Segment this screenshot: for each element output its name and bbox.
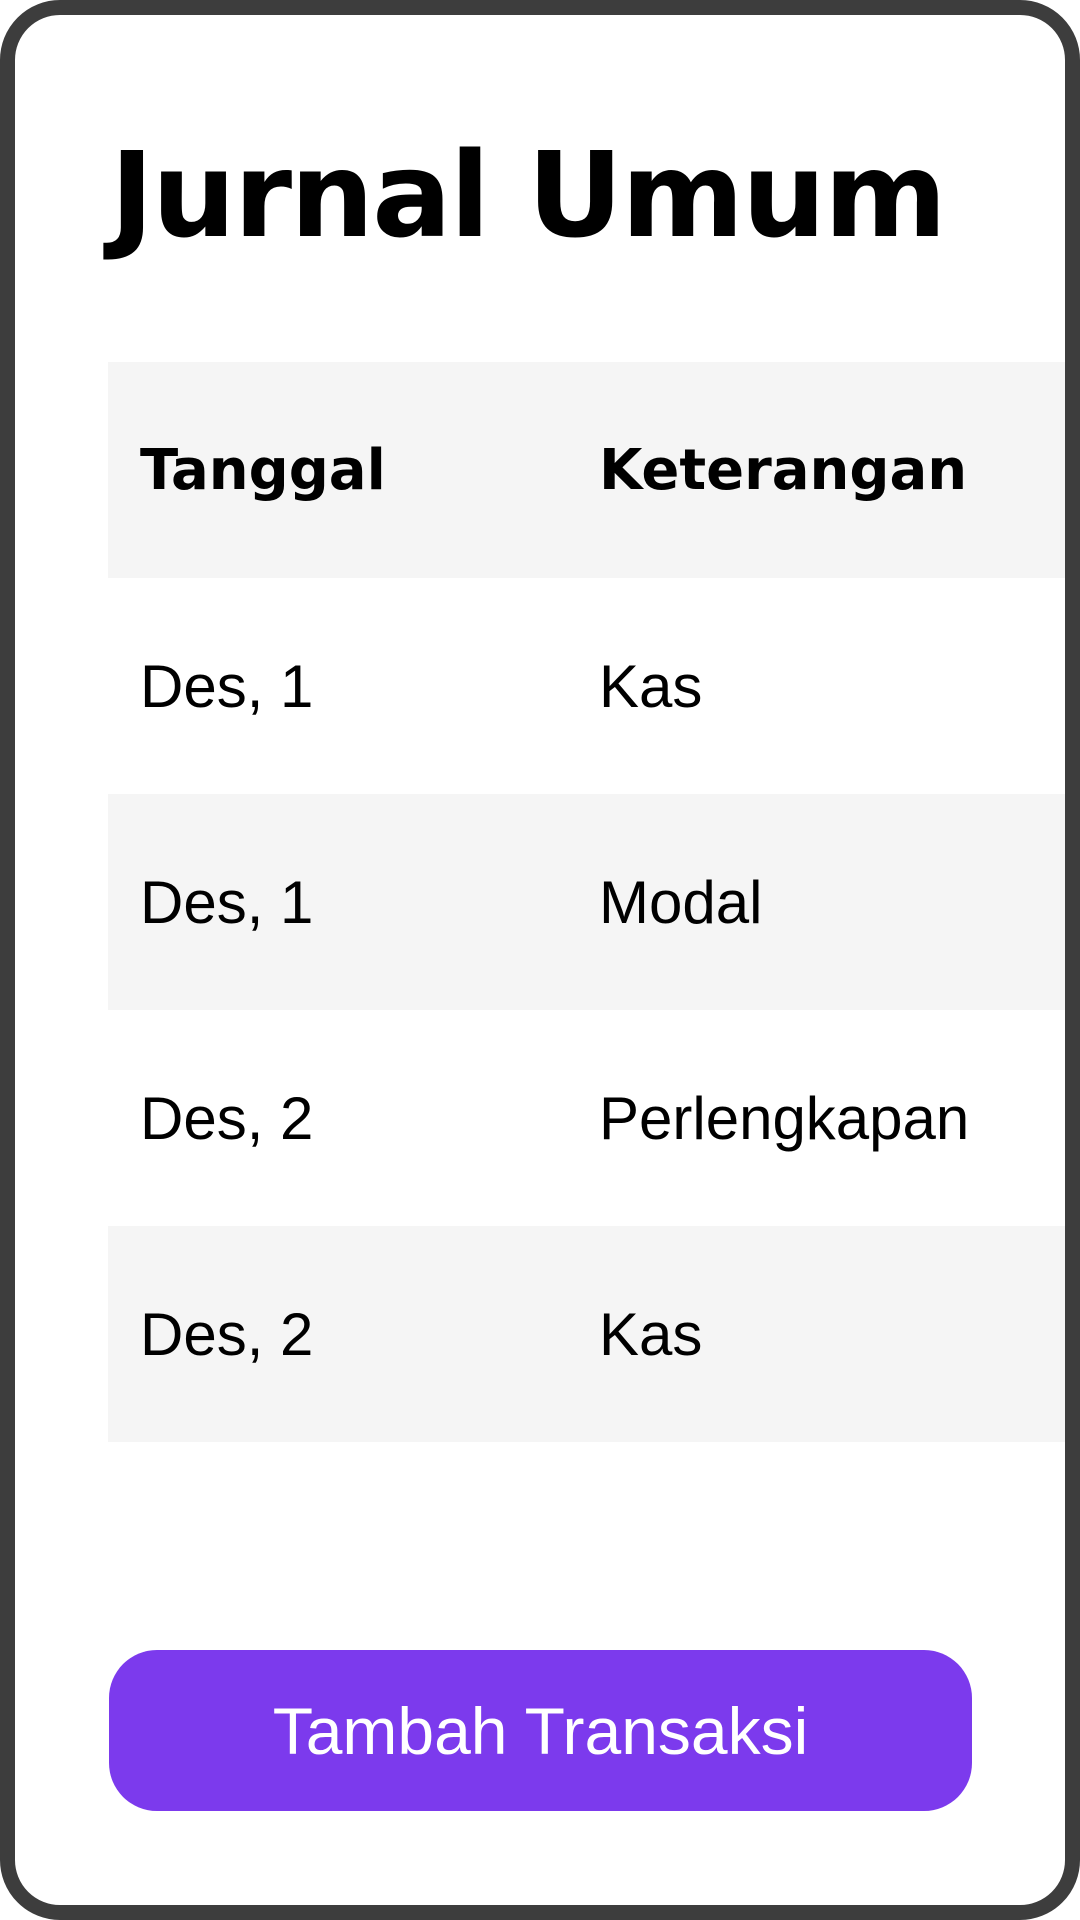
journal-table: Tanggal Keterangan Des, 1 Kas Des, 1 Mod… [108, 362, 1065, 1442]
column-header-description: Keterangan [599, 437, 968, 503]
cell-date: Des, 1 [140, 652, 314, 720]
add-transaction-button[interactable]: Tambah Transaksi [109, 1650, 972, 1811]
cell-date: Des, 2 [140, 1084, 314, 1152]
column-header-date: Tanggal [140, 437, 386, 503]
cell-description: Kas [599, 652, 703, 720]
table-row[interactable]: Des, 1 Modal [108, 794, 1065, 1010]
table-row[interactable]: Des, 1 Kas [108, 578, 1065, 794]
table-row[interactable]: Des, 2 Kas [108, 1226, 1065, 1442]
cell-date: Des, 1 [140, 868, 314, 936]
table-header-row: Tanggal Keterangan [108, 362, 1065, 578]
device-frame: Jurnal Umum Tanggal Keterangan Des, 1 Ka… [0, 0, 1080, 1920]
cell-description: Perlengkapan [599, 1084, 970, 1152]
page-title: Jurnal Umum [110, 126, 947, 264]
cell-date: Des, 2 [140, 1300, 314, 1368]
cell-description: Modal [599, 868, 763, 936]
cell-description: Kas [599, 1300, 703, 1368]
table-row[interactable]: Des, 2 Perlengkapan [108, 1010, 1065, 1226]
